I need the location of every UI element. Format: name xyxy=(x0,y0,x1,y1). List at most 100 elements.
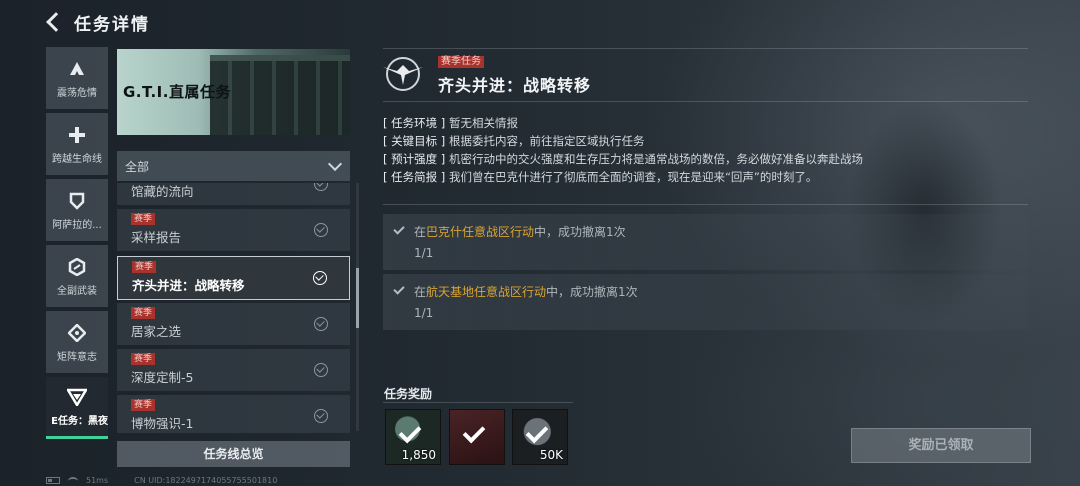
info-row: [ 任务简报 ] 我们曾在巴克什进行了彻底而全面的调查，现在是迎来“回声”的时刻… xyxy=(383,168,1028,186)
objective-prefix: 在 xyxy=(414,285,427,299)
crate-image xyxy=(210,55,350,135)
page-title: 任务详情 xyxy=(74,14,150,35)
check-icon xyxy=(314,317,328,331)
divider xyxy=(383,101,1028,102)
reward-qty: 1,850 xyxy=(401,448,436,462)
rewards-title: 任务奖励 xyxy=(384,387,433,401)
mission-item-selected[interactable]: 赛季 齐头并进：战略转移 xyxy=(117,256,350,300)
season-tag: 赛季 xyxy=(132,261,157,273)
season-tag: 赛季 xyxy=(131,213,156,225)
info-row: [ 预计强度 ] 机密行动中的交火强度和生存压力将是通常战场的数倍，务必做好准备… xyxy=(383,150,1028,168)
info-value: 机密行动中的交火强度和生存压力将是通常战场的数倍，务必做好准备以奔赴战场 xyxy=(448,152,863,166)
info-value: 根据委托内容，前往指定区域执行任务 xyxy=(448,134,645,148)
season-tag: 赛季 xyxy=(131,399,156,411)
battery-icon xyxy=(46,477,60,484)
objective-item: 在巴克什任意战区行动中，成功撤离1次 1/1 xyxy=(383,214,1028,270)
check-icon xyxy=(314,223,328,237)
objective-text: 在巴克什任意战区行动中，成功撤离1次 xyxy=(414,223,626,240)
mission-name: 齐头并进：战略转移 xyxy=(132,278,245,293)
divider xyxy=(383,48,1028,49)
rail-item-2[interactable]: 阿萨拉的... xyxy=(46,179,108,241)
info-value: 暂无相关情报 xyxy=(448,116,518,130)
mission-line-banner: G.T.I.直属任务 xyxy=(117,49,350,135)
mission-title: 齐头并进：战略转移 xyxy=(438,76,592,95)
rail-item-5[interactable]: E任务：黑夜 xyxy=(46,377,108,439)
delta-icon xyxy=(66,58,88,80)
objective-text: 在航天基地任意战区行动中，成功撤离1次 xyxy=(414,283,638,300)
banner-title: G.T.I.直属任务 xyxy=(123,83,231,101)
mission-name: 居家之选 xyxy=(131,324,182,339)
wifi-icon xyxy=(68,476,78,485)
header: 任务详情 xyxy=(44,8,150,36)
check-icon xyxy=(314,183,328,191)
check-icon xyxy=(314,363,328,377)
reward-item[interactable]: 1,850 xyxy=(385,409,441,465)
eagle-emblem-icon xyxy=(379,55,427,93)
rewards-claimed-button[interactable]: 奖励已领取 xyxy=(851,428,1031,463)
mission-item[interactable]: 赛季 采样报告 xyxy=(117,209,350,251)
mission-name: 馆藏的流向 xyxy=(131,184,194,199)
chevron-down-icon xyxy=(327,156,343,171)
rail-item-4[interactable]: 矩阵意志 xyxy=(46,311,108,373)
reward-item[interactable] xyxy=(449,409,505,465)
filter-dropdown[interactable]: 全部 xyxy=(117,151,350,181)
rail-item-1[interactable]: 跨越生命线 xyxy=(46,113,108,175)
ping-text: 51ms xyxy=(86,476,109,485)
reward-qty: 50K xyxy=(539,448,563,462)
check-icon xyxy=(314,409,328,423)
check-icon xyxy=(393,283,405,295)
mission-name: 深度定制-5 xyxy=(131,370,194,385)
mission-line-overview-button[interactable]: 任务线总览 xyxy=(117,441,350,467)
objective-suffix: 中，成功撤离1次 xyxy=(534,225,626,239)
status-bar: 51ms CN UID:1822497174055755501810 xyxy=(46,475,277,486)
mission-item[interactable]: 赛季 博物强识-1 xyxy=(117,395,350,433)
rail-item-label: E任务：黑夜 xyxy=(51,416,108,427)
objective-location: 航天基地任意战区行动 xyxy=(426,285,547,299)
season-tag: 赛季 xyxy=(131,307,156,319)
mission-list-scrollbar[interactable] xyxy=(356,183,359,431)
filter-selected: 全部 xyxy=(125,159,150,174)
triangle-icon xyxy=(66,386,88,408)
rail-item-3[interactable]: 全副武装 xyxy=(46,245,108,307)
mission-info: [ 任务环境 ] 暂无相关情报 [ 关键目标 ] 根据委托内容，前往指定区域执行… xyxy=(383,114,1028,186)
objective-progress: 1/1 xyxy=(414,246,434,260)
rail-item-label: 阿萨拉的... xyxy=(52,219,102,231)
mission-name: 采样报告 xyxy=(131,230,182,245)
rail-item-label: 矩阵意志 xyxy=(57,351,97,363)
info-key: [ 任务简报 ] xyxy=(383,170,446,184)
mission-item[interactable]: 馆藏的流向 xyxy=(117,183,350,205)
objective-location: 巴克什任意战区行动 xyxy=(426,225,535,239)
info-key: [ 关键目标 ] xyxy=(383,134,446,148)
season-mission-tag: 赛季任务 xyxy=(438,56,484,68)
info-key: [ 任务环境 ] xyxy=(383,116,446,130)
objective-progress: 1/1 xyxy=(414,306,434,320)
info-row: [ 关键目标 ] 根据委托内容，前往指定区域执行任务 xyxy=(383,132,1028,150)
objective-suffix: 中，成功撤离1次 xyxy=(546,285,638,299)
info-value: 我们曾在巴克什进行了彻底而全面的调查，现在是迎来“回声”的时刻了。 xyxy=(448,170,818,184)
scrollbar-thumb[interactable] xyxy=(356,268,359,328)
mission-item[interactable]: 赛季 深度定制-5 xyxy=(117,349,350,391)
mission-item[interactable]: 赛季 居家之选 xyxy=(117,303,350,345)
objective-item: 在航天基地任意战区行动中，成功撤离1次 1/1 xyxy=(383,274,1028,330)
rail-item-0[interactable]: 震荡危情 xyxy=(46,47,108,109)
category-rail: 震荡危情 跨越生命线 阿萨拉的... 全副武装 矩阵意志 E任务：黑夜 xyxy=(46,47,108,443)
check-icon xyxy=(393,223,405,235)
check-icon xyxy=(313,271,327,285)
info-row: [ 任务环境 ] 暂无相关情报 xyxy=(383,114,1028,132)
info-key: [ 预计强度 ] xyxy=(383,152,446,166)
season-tag: 赛季 xyxy=(131,353,156,365)
hexagon-icon xyxy=(66,256,88,278)
mission-list: 馆藏的流向 赛季 采样报告 赛季 齐头并进：战略转移 赛季 居家之选 赛季 深度… xyxy=(117,183,350,433)
diamond-icon xyxy=(66,322,88,344)
rail-item-label: 跨越生命线 xyxy=(52,153,102,165)
divider xyxy=(383,204,1028,205)
cross-icon xyxy=(66,124,88,146)
objective-prefix: 在 xyxy=(414,225,427,239)
rail-item-label: 全副武装 xyxy=(57,285,97,297)
reward-item[interactable]: 50K xyxy=(512,409,568,465)
shield-icon xyxy=(66,190,88,212)
mission-name: 博物强识-1 xyxy=(131,416,194,431)
uid-text: CN UID:1822497174055755501810 xyxy=(134,476,278,485)
back-arrow-icon[interactable] xyxy=(44,12,64,32)
rail-item-label: 震荡危情 xyxy=(57,87,97,99)
